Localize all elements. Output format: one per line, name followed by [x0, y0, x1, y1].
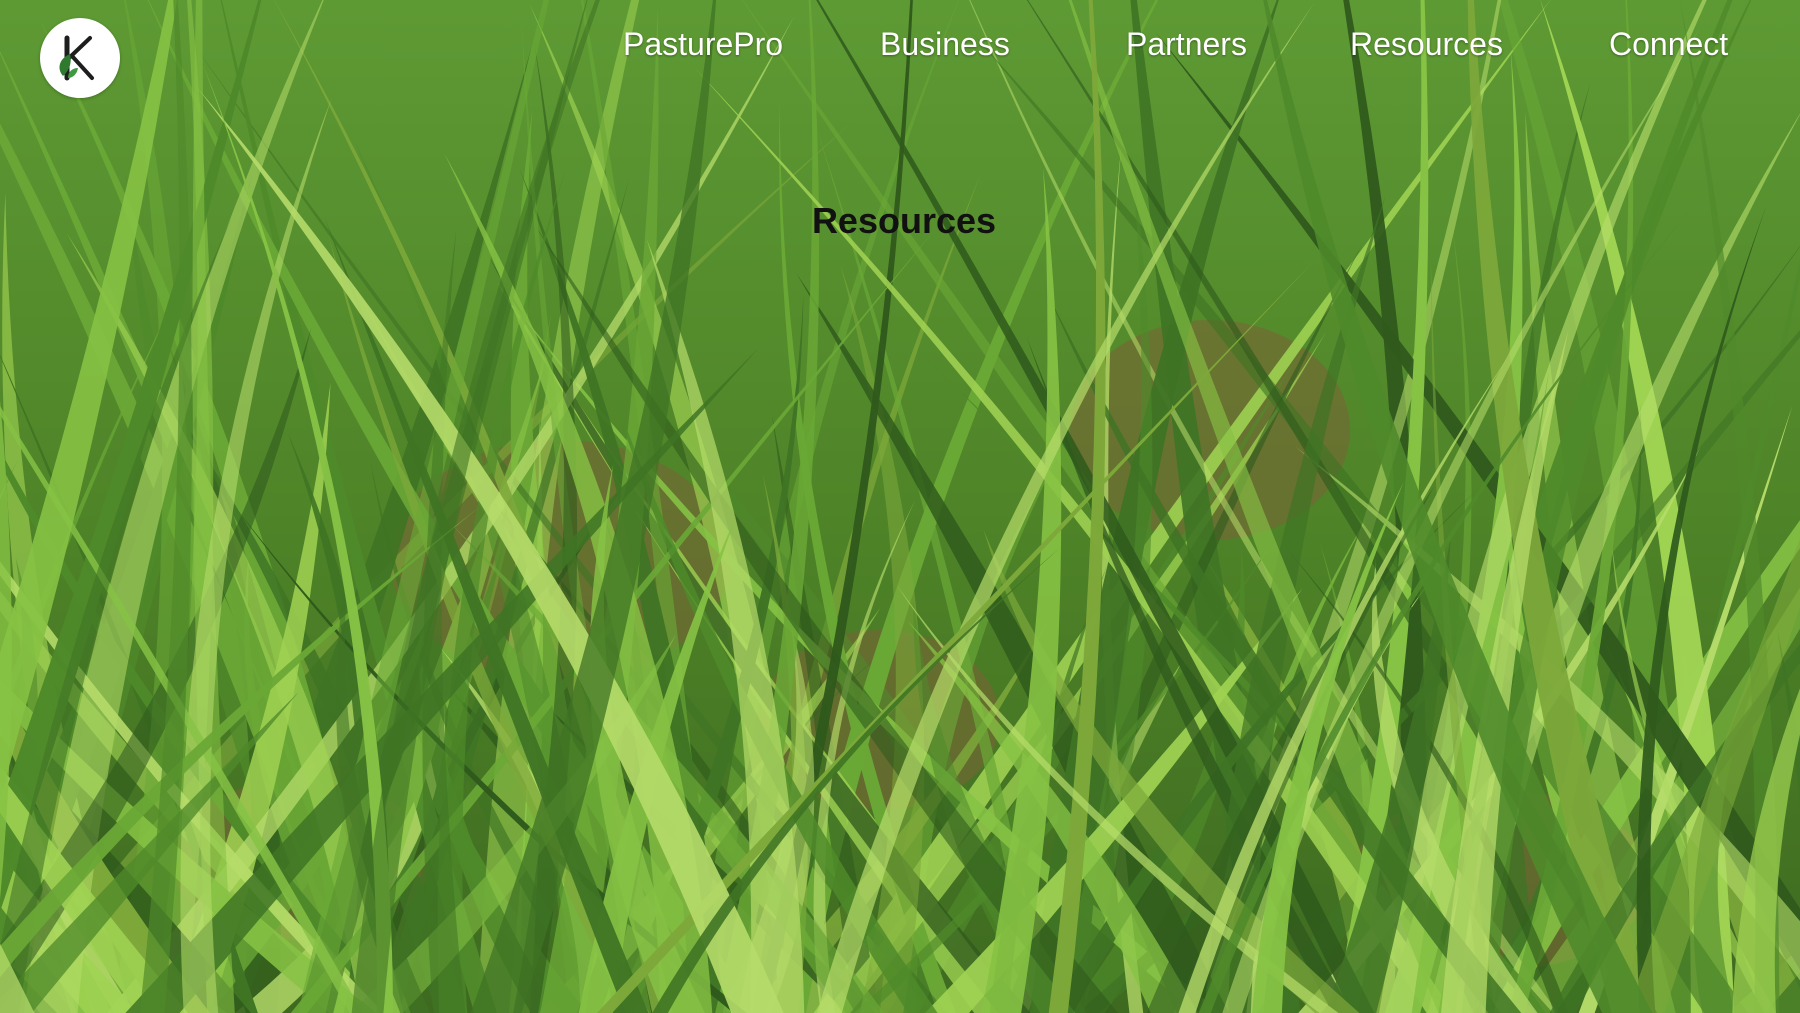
nav-item-pasturepro[interactable]: PasturePro	[623, 22, 783, 66]
section-title: Resources	[811, 200, 997, 242]
nav-item-partners[interactable]: Partners	[1126, 22, 1247, 66]
grass-background-image	[0, 0, 1800, 1013]
main-nav: PasturePro Business Partners Resources C…	[0, 22, 1800, 66]
hero-section: PasturePro Business Partners Resources C…	[0, 0, 1800, 1013]
nav-item-business[interactable]: Business	[880, 22, 1010, 66]
nav-item-resources[interactable]: Resources	[1350, 22, 1503, 66]
nav-item-connect[interactable]: Connect	[1609, 22, 1728, 66]
